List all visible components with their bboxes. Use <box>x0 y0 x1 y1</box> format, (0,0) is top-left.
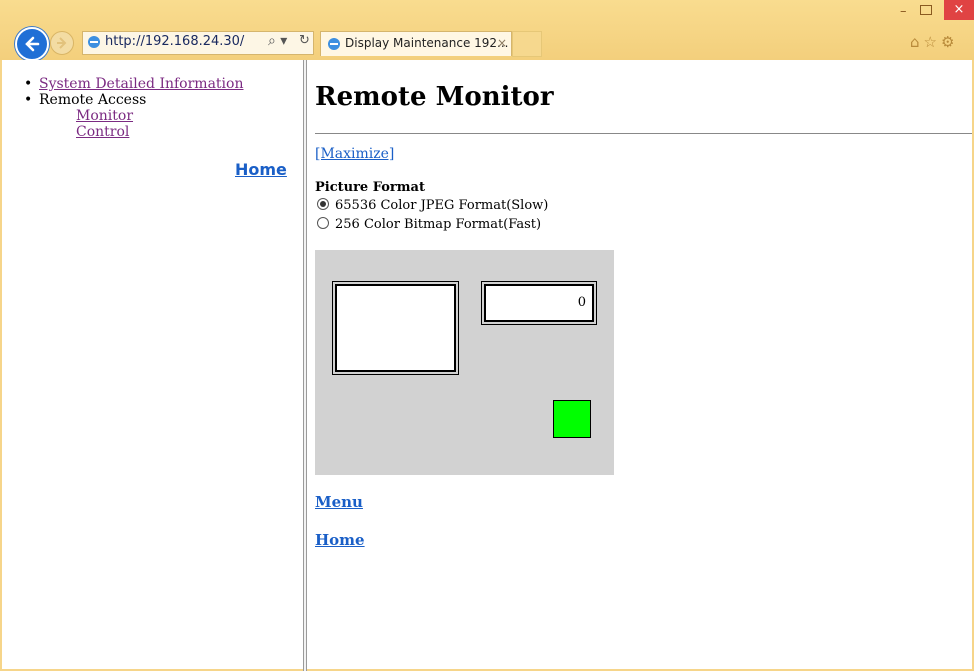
address-bar[interactable]: http://192.168.24.30/ ⌕ ▾ ↻ <box>82 31 314 55</box>
bullet: • <box>24 92 33 108</box>
counter-value: 0 <box>577 295 586 310</box>
radio-bitmap-format[interactable]: 256 Color Bitmap Format(Fast) <box>317 217 541 232</box>
control-link[interactable]: Control <box>76 124 129 140</box>
monitor-screen-box <box>332 281 459 375</box>
status-indicator <box>553 400 591 438</box>
forward-arrow-icon <box>57 37 67 49</box>
new-tab-button[interactable] <box>512 31 542 57</box>
system-detailed-information-link[interactable]: System Detailed Information <box>39 76 243 92</box>
ie-icon <box>328 38 340 50</box>
main-frame: Remote Monitor [Maximize] Picture Format… <box>307 60 972 669</box>
nav-item-remote-access: • Remote Access <box>24 92 243 108</box>
maximize-link[interactable]: [Maximize] <box>315 146 394 162</box>
home-link-left[interactable]: Home <box>235 160 287 179</box>
close-window-button[interactable]: × <box>944 0 974 20</box>
back-button[interactable] <box>15 27 49 61</box>
nav-subitem-monitor: Monitor <box>24 108 243 124</box>
radio-label: 65536 Color JPEG Format(Slow) <box>335 198 549 213</box>
toolbar-icons[interactable]: ⌂☆⚙ <box>910 33 958 51</box>
nav-subitem-control: Control <box>24 124 243 140</box>
page-title: Remote Monitor <box>315 82 554 112</box>
monitor-link[interactable]: Monitor <box>76 108 133 124</box>
home-link[interactable]: Home <box>315 531 365 549</box>
radio-selected-icon[interactable] <box>317 198 329 210</box>
radio-unselected-icon[interactable] <box>317 217 329 229</box>
picture-format-label: Picture Format <box>315 180 425 195</box>
maximize-button[interactable] <box>920 5 932 15</box>
browser-chrome: http://192.168.24.30/ ⌕ ▾ ↻ Display Main… <box>0 0 974 61</box>
tab-close-icon[interactable]: × <box>497 36 507 50</box>
search-icon[interactable]: ⌕ ▾ <box>268 33 287 49</box>
divider-line <box>315 133 972 134</box>
nav-item-system-info: • System Detailed Information <box>24 76 243 92</box>
bullet: • <box>24 76 33 92</box>
radio-label: 256 Color Bitmap Format(Fast) <box>335 217 542 232</box>
remote-access-label: Remote Access <box>39 92 147 108</box>
minimize-button[interactable]: – <box>900 4 907 19</box>
radio-jpeg-format[interactable]: 65536 Color JPEG Format(Slow) <box>317 198 548 213</box>
back-arrow-icon <box>25 36 40 52</box>
remote-monitor-view[interactable]: 0 <box>315 250 614 475</box>
tab-title: Display Maintenance 192... <box>345 36 509 50</box>
refresh-icon[interactable]: ↻ <box>299 33 310 48</box>
forward-button[interactable] <box>50 31 74 55</box>
ie-icon <box>88 36 100 48</box>
counter-display: 0 <box>481 281 597 325</box>
url-text: http://192.168.24.30/ <box>105 34 245 49</box>
tab-display-maintenance[interactable]: Display Maintenance 192... × <box>320 31 512 56</box>
menu-link[interactable]: Menu <box>315 493 363 511</box>
left-nav-frame: • System Detailed Information • Remote A… <box>2 60 303 669</box>
nav-list: • System Detailed Information • Remote A… <box>24 76 243 140</box>
